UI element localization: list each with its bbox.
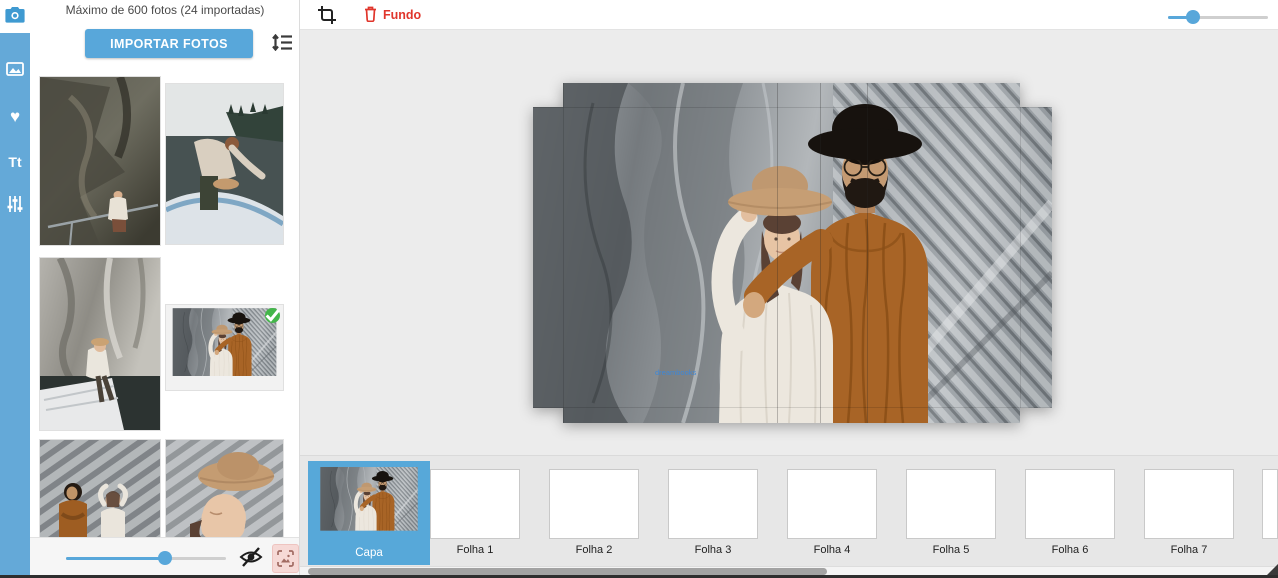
remove-background-button[interactable]: Fundo <box>364 4 421 26</box>
filmstrip-page-capa[interactable]: Capa <box>308 461 430 565</box>
page-label: Folha 2 <box>549 544 639 556</box>
photo-thumbnail[interactable] <box>40 77 160 245</box>
page-label: Folha 7 <box>1144 544 1234 556</box>
page-label: Folha 4 <box>787 544 877 556</box>
check-badge-icon <box>265 308 280 323</box>
slider-knob[interactable] <box>158 551 172 565</box>
rail-tab-adjustments[interactable] <box>0 190 30 223</box>
crop-icon[interactable] <box>316 5 338 27</box>
page-label: Folha 5 <box>906 544 996 556</box>
image-icon <box>6 62 24 81</box>
design-canvas: dreambooks <box>300 30 1278 455</box>
filmstrip-page-folha-1[interactable] <box>430 469 520 539</box>
photo-thumbnail[interactable] <box>166 440 283 538</box>
photo-thumbnail[interactable] <box>40 258 160 430</box>
page-label: Folha 1 <box>430 544 520 556</box>
watermark-text: dreambooks <box>655 368 697 377</box>
rail-tab-favorites[interactable]: ♥ <box>0 100 30 133</box>
trash-icon <box>364 6 377 25</box>
capa-thumbnail <box>314 467 424 541</box>
text-icon: Tt <box>8 155 21 169</box>
editor-toolbar: Fundo <box>300 0 1278 30</box>
tool-rail: ♥ Tt <box>0 0 30 578</box>
image-placeholder-icon[interactable] <box>272 544 299 573</box>
slider-knob[interactable] <box>1186 10 1200 24</box>
filmstrip-page-folha-3[interactable] <box>668 469 758 539</box>
filmstrip-page-folha-6[interactable] <box>1025 469 1115 539</box>
filmstrip-page-folha-4[interactable] <box>787 469 877 539</box>
library-footer <box>30 537 300 578</box>
page-label: Folha 3 <box>668 544 758 556</box>
remove-background-label: Fundo <box>383 8 421 22</box>
canvas-zoom-slider[interactable] <box>1168 10 1268 24</box>
filmstrip-page-folha-5[interactable] <box>906 469 996 539</box>
rail-tab-text[interactable]: Tt <box>0 145 30 178</box>
rail-tab-layouts[interactable] <box>0 55 30 88</box>
filmstrip-page-folha-2[interactable] <box>549 469 639 539</box>
page-label: Folha 6 <box>1025 544 1115 556</box>
filmstrip-scrollbar[interactable] <box>300 566 1278 575</box>
photo-thumbnail[interactable] <box>166 84 283 244</box>
photo-thumbnail[interactable] <box>40 440 160 538</box>
camera-icon <box>5 6 25 28</box>
import-photos-button[interactable]: IMPORTAR FOTOS <box>85 29 253 58</box>
tune-icon <box>6 195 24 218</box>
filmstrip-page-partial[interactable] <box>1262 469 1278 539</box>
page-label: Capa <box>308 547 430 559</box>
filmstrip-page-folha-7[interactable] <box>1144 469 1234 539</box>
cover-spread-page[interactable]: dreambooks <box>533 83 1052 423</box>
slider-fill <box>66 557 165 560</box>
scrollbar-thumb[interactable] <box>308 568 827 575</box>
rail-tab-photos[interactable] <box>0 0 30 33</box>
eye-off-icon[interactable] <box>238 546 264 570</box>
thumbnail-size-slider[interactable] <box>66 551 226 565</box>
line-spacing-icon[interactable] <box>270 33 294 55</box>
photo-thumbnail[interactable] <box>166 305 283 390</box>
page-filmstrip: Capa Folha 1 Folha 2 Folha 3 Folha 4 Fol… <box>300 455 1278 566</box>
editor-main: Fundo <box>300 0 1278 578</box>
heart-icon: ♥ <box>10 108 20 125</box>
photo-count-label: Máximo de 600 fotos (24 importadas) <box>30 3 300 17</box>
photo-library-panel: Máximo de 600 fotos (24 importadas) IMPO… <box>30 0 300 578</box>
